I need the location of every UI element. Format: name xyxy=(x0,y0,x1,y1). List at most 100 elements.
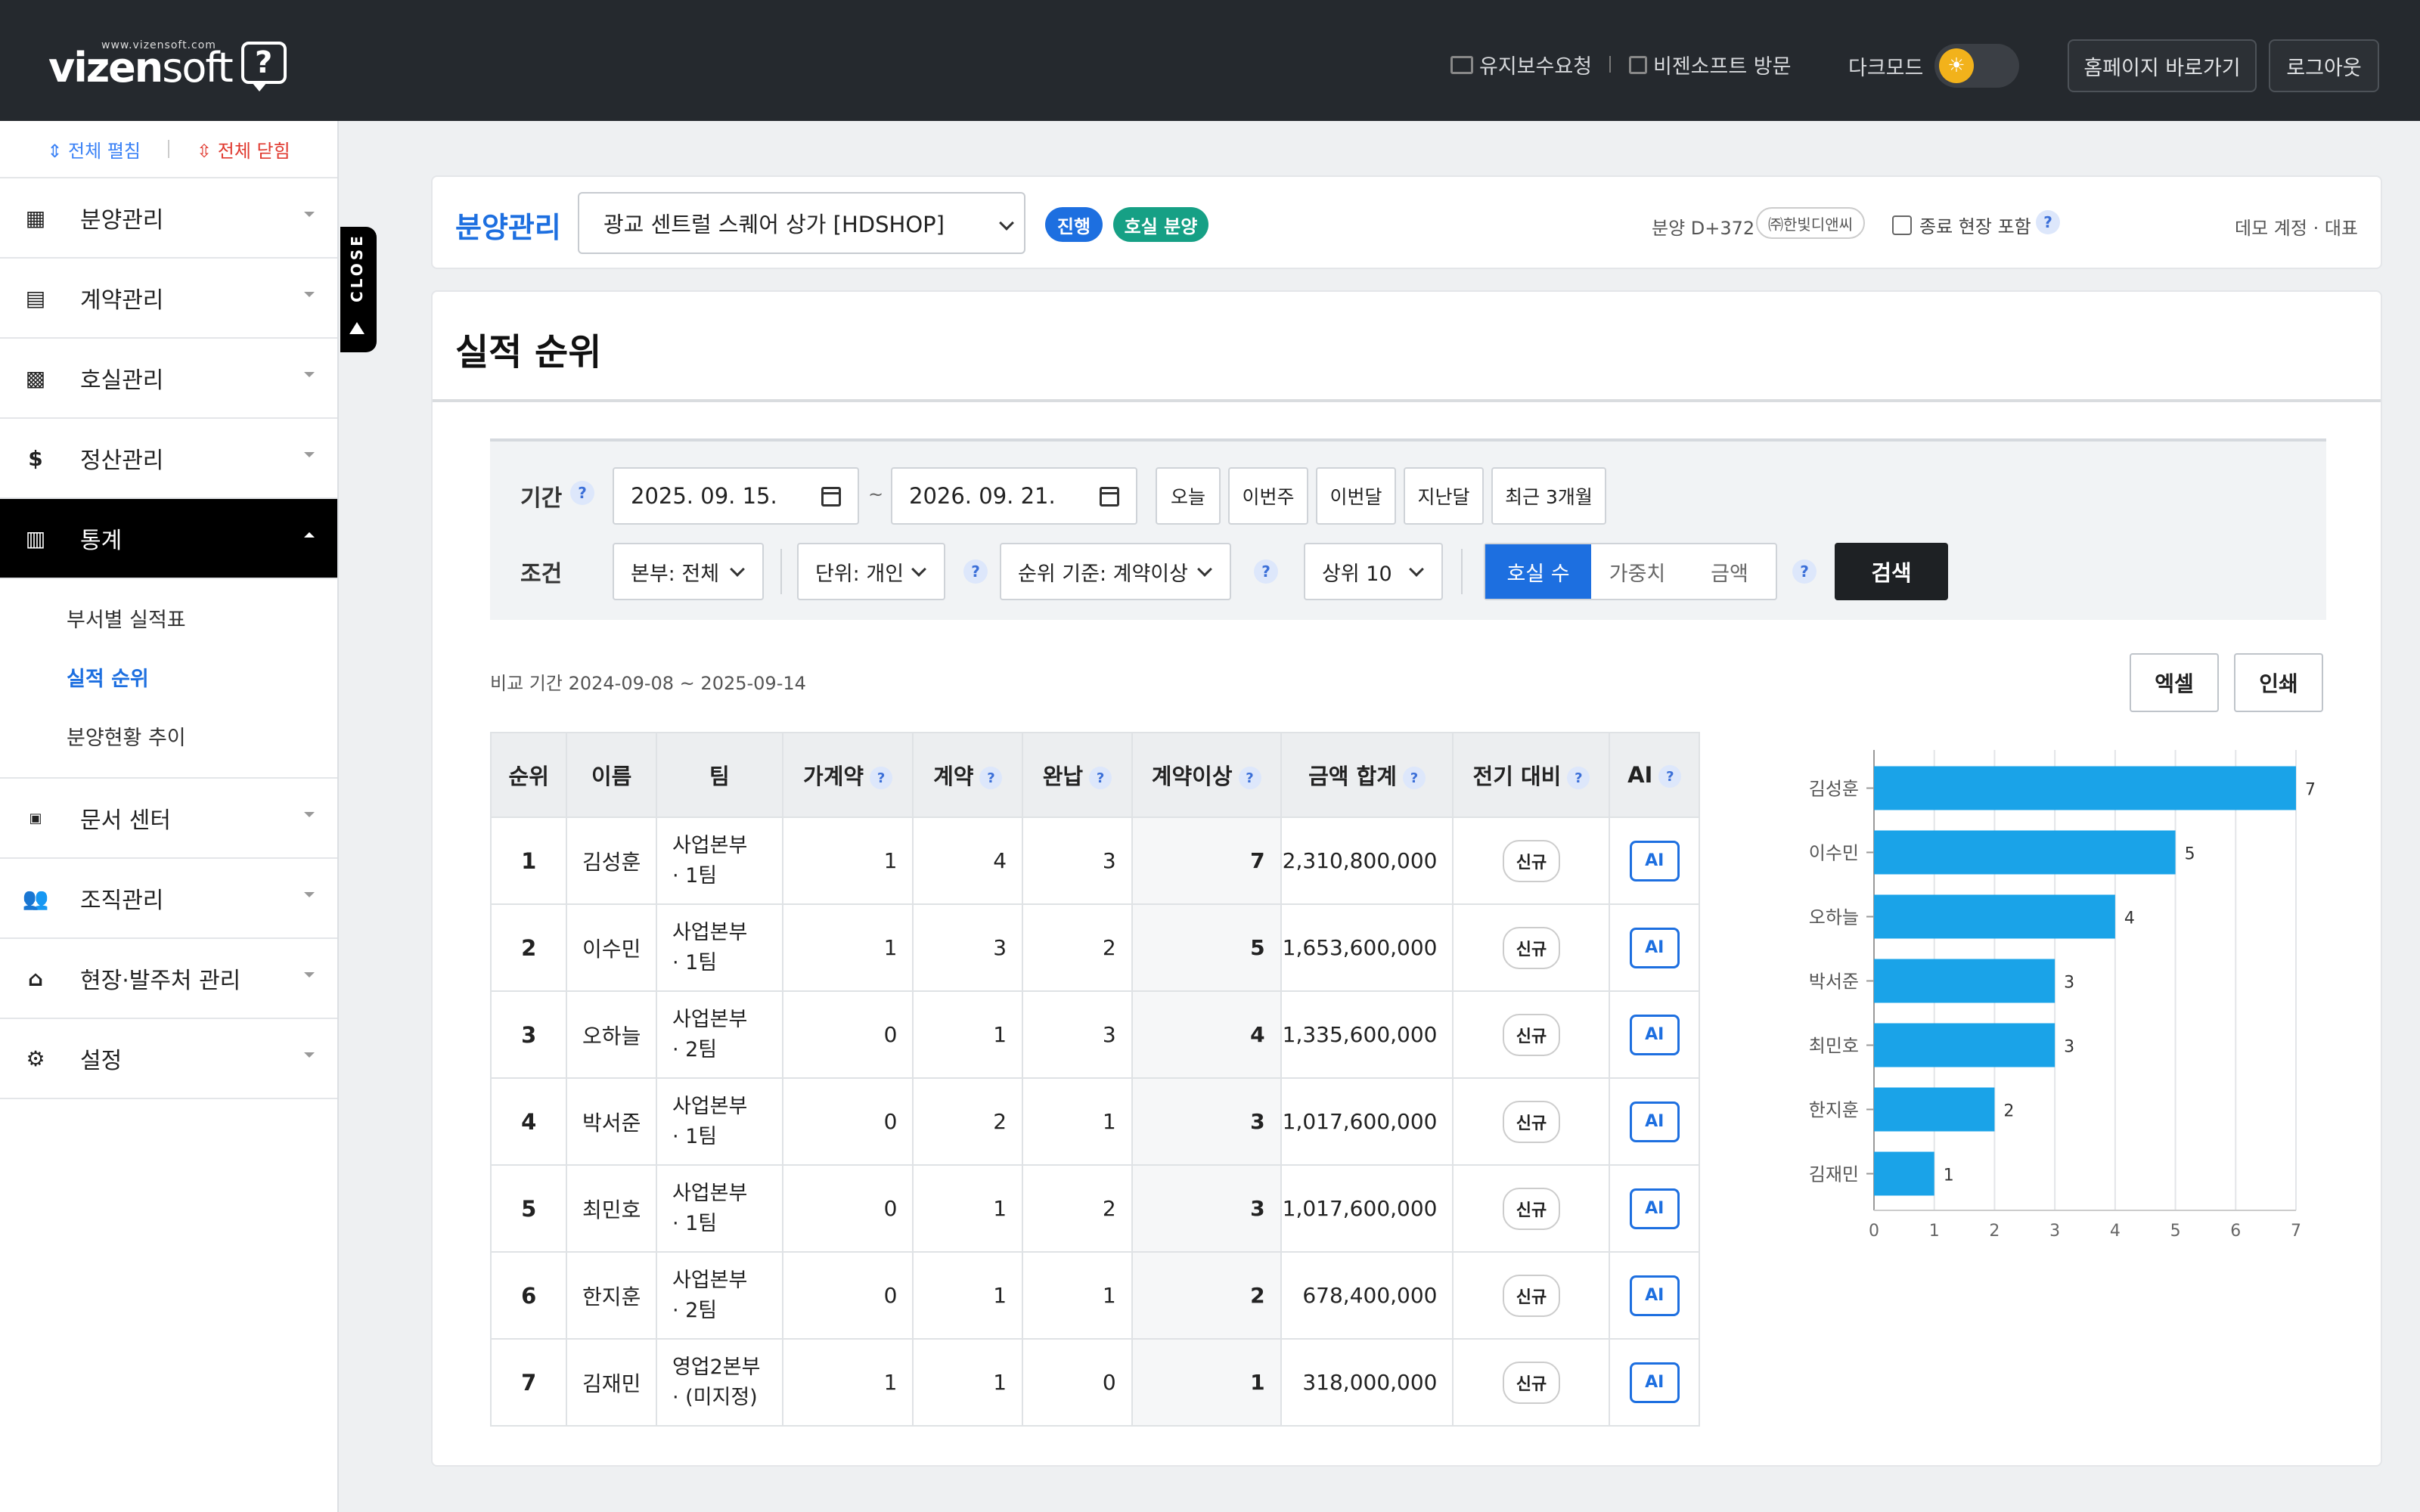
cell-ai: AI xyxy=(1609,903,1700,992)
help-icon[interactable]: ? xyxy=(570,481,594,505)
top-n-select[interactable]: 상위 10 xyxy=(1304,543,1443,600)
col-contract-over[interactable]: 계약이상? xyxy=(1131,732,1282,818)
calendar-icon[interactable] xyxy=(821,487,841,507)
quick-last-month-button[interactable]: 지난달 xyxy=(1404,467,1484,525)
cell-team-division: 사업본부 xyxy=(672,920,748,944)
cell-contract-over: 3 xyxy=(1131,1164,1282,1253)
cell-paid: 1 xyxy=(1022,1077,1133,1166)
search-button[interactable]: 검색 xyxy=(1835,543,1948,600)
help-icon[interactable]: ? xyxy=(979,767,1003,789)
ai-button[interactable]: AI xyxy=(1629,927,1680,968)
help-icon[interactable]: ? xyxy=(2036,210,2060,234)
submenu-sales-trend[interactable]: 분양현황 추이 xyxy=(0,706,337,765)
sidebar-item-statistics[interactable]: ▥ 통계 xyxy=(0,499,337,579)
quick-this-week-button[interactable]: 이번주 xyxy=(1228,467,1308,525)
sidebar-item-organization[interactable]: 👥 조직관리 xyxy=(0,859,337,939)
top-header: www.vizensoft.com vizensoft ? 유지보수요청 비젠소… xyxy=(0,0,2420,121)
col-amount-total[interactable]: 금액 합계? xyxy=(1280,732,1454,818)
cell-contract: 4 xyxy=(912,816,1024,905)
help-icon[interactable]: ? xyxy=(1792,559,1817,584)
table-row[interactable]: 3 오하늘 사업본부 · 2팀 0 1 3 4 1,335,600,000 신규 AI xyxy=(489,990,1700,1079)
col-vs-previous[interactable]: 전기 대비? xyxy=(1452,732,1611,818)
help-icon[interactable]: ? xyxy=(1567,767,1590,789)
cell-name: 오하늘 xyxy=(566,990,657,1079)
help-icon[interactable]: ? xyxy=(1658,765,1682,788)
col-pre-contract[interactable]: 가계약? xyxy=(781,732,914,818)
quick-last-3-months-button[interactable]: 최근 3개월 xyxy=(1491,467,1606,525)
table-row[interactable]: 4 박서준 사업본부 · 1팀 0 2 1 3 1,017,600,000 신규 AI xyxy=(489,1077,1700,1166)
checkbox-box[interactable] xyxy=(1892,215,1912,235)
cell-pre-contract: 1 xyxy=(781,816,914,905)
metric-unit-count-button[interactable]: 호실 수 xyxy=(1485,544,1591,599)
logout-button[interactable]: 로그아웃 xyxy=(2269,39,2379,92)
table-row[interactable]: 2 이수민 사업본부 · 1팀 1 3 2 5 1,653,600,000 신규 AI xyxy=(489,903,1700,992)
ai-button[interactable]: AI xyxy=(1629,1275,1680,1316)
ai-button[interactable]: AI xyxy=(1629,1101,1680,1142)
submenu-dept-performance[interactable]: 부서별 실적표 xyxy=(0,588,337,647)
expand-all-button[interactable]: ⇕ 전체 펼침 xyxy=(47,136,141,163)
quick-today-button[interactable]: 오늘 xyxy=(1156,467,1221,525)
date-from-input[interactable]: 2025. 09. 15. xyxy=(613,467,859,525)
metric-amount-button[interactable]: 금액 xyxy=(1683,544,1776,599)
new-badge: 신규 xyxy=(1502,1361,1561,1404)
sidebar-item-sites[interactable]: ⌂ 현장·발주처 관리 xyxy=(0,939,337,1019)
include-closed-checkbox[interactable]: 종료 현장 포함 xyxy=(1892,212,2031,238)
ai-button[interactable]: AI xyxy=(1629,840,1680,881)
unit-select[interactable]: 단위: 개인 xyxy=(797,543,945,600)
table-row[interactable]: 7 김재민 영업2본부 · (미지정) 1 1 0 1 318,000,000 신규 AI xyxy=(489,1338,1700,1427)
dark-mode-toggle[interactable]: ☀ xyxy=(1934,44,2019,88)
help-icon[interactable]: ? xyxy=(963,559,988,584)
calendar-icon[interactable] xyxy=(1100,487,1119,507)
x-tick-label: 0 xyxy=(1869,1222,1879,1241)
sidebar-item-settlement[interactable]: $ 정산관리 xyxy=(0,419,337,499)
sidebar-item-documents[interactable]: ▣ 문서 센터 xyxy=(0,779,337,859)
grid-icon: ▩ xyxy=(25,365,46,391)
help-icon[interactable]: ? xyxy=(1402,767,1426,789)
col-rank[interactable]: 순위 xyxy=(489,732,568,818)
maintenance-request-link[interactable]: 유지보수요청 xyxy=(1450,50,1592,79)
cell-team-sub: · 2팀 xyxy=(672,1298,718,1322)
homepage-button[interactable]: 홈페이지 바로가기 xyxy=(2068,39,2257,92)
help-icon[interactable]: ? xyxy=(1238,767,1261,789)
col-name[interactable]: 이름 xyxy=(566,732,657,818)
site-select[interactable]: 광교 센트럴 스퀘어 상가 [HDSHOP] xyxy=(578,192,1025,254)
col-contract[interactable]: 계약? xyxy=(912,732,1024,818)
collapse-all-button[interactable]: ⇳ 전체 닫힘 xyxy=(197,136,290,163)
quick-this-month-button[interactable]: 이번달 xyxy=(1316,467,1396,525)
col-paid[interactable]: 완납? xyxy=(1022,732,1133,818)
bank-icon: ⌂ xyxy=(27,965,44,991)
date-to-input[interactable]: 2026. 09. 21. xyxy=(891,467,1137,525)
visit-vizensoft-link[interactable]: 비젠소프트 방문 xyxy=(1629,50,1791,79)
sidebar-item-units[interactable]: ▩ 호실관리 xyxy=(0,339,337,419)
print-button[interactable]: 인쇄 xyxy=(2234,653,2323,712)
col-team[interactable]: 팀 xyxy=(655,732,783,818)
excel-button[interactable]: 엑셀 xyxy=(2130,653,2219,712)
division-select[interactable]: 본부: 전체 xyxy=(613,543,764,600)
sidebar-item-contracts[interactable]: ▤ 계약관리 xyxy=(0,259,337,339)
ai-button[interactable]: AI xyxy=(1629,1362,1680,1403)
ai-button[interactable]: AI xyxy=(1629,1188,1680,1229)
sidebar-item-sales[interactable]: ▦ 분양관리 xyxy=(0,178,337,259)
y-category-label: 박서준 xyxy=(1809,971,1859,993)
sidebar-item-settings[interactable]: ⚙ 설정 xyxy=(0,1019,337,1099)
help-icon[interactable]: ? xyxy=(1254,559,1278,584)
metric-segmented-control: 호실 수 가중치 금액 xyxy=(1484,543,1777,600)
cell-vs-previous: 신규 xyxy=(1452,816,1611,905)
help-icon[interactable]: ? xyxy=(1089,767,1112,789)
col-ai[interactable]: AI? xyxy=(1609,732,1700,818)
cell-rank: 5 xyxy=(489,1164,568,1253)
help-icon[interactable]: ? xyxy=(870,767,893,789)
metric-weight-button[interactable]: 가중치 xyxy=(1591,544,1683,599)
rank-basis-select[interactable]: 순위 기준: 계약이상 xyxy=(1000,543,1231,600)
cell-contract-over: 3 xyxy=(1131,1077,1282,1166)
bar xyxy=(1874,1087,1995,1132)
bar-value-label: 7 xyxy=(2305,781,2316,800)
submenu-performance-ranking[interactable]: 실적 순위 xyxy=(0,647,337,706)
cell-paid: 3 xyxy=(1022,816,1133,905)
ai-button[interactable]: AI xyxy=(1629,1014,1680,1055)
vizensoft-logo[interactable]: www.vizensoft.com vizensoft ? xyxy=(48,33,287,91)
table-row[interactable]: 6 한지훈 사업본부 · 2팀 0 1 1 2 678,400,000 신규 AI xyxy=(489,1251,1700,1340)
table-row[interactable]: 1 김성훈 사업본부 · 1팀 1 4 3 7 2,310,800,000 신규 AI xyxy=(489,816,1700,905)
table-row[interactable]: 5 최민호 사업본부 · 1팀 0 1 2 3 1,017,600,000 신규 AI xyxy=(489,1164,1700,1253)
sidebar-close-tab[interactable]: CLOSE xyxy=(340,227,377,352)
